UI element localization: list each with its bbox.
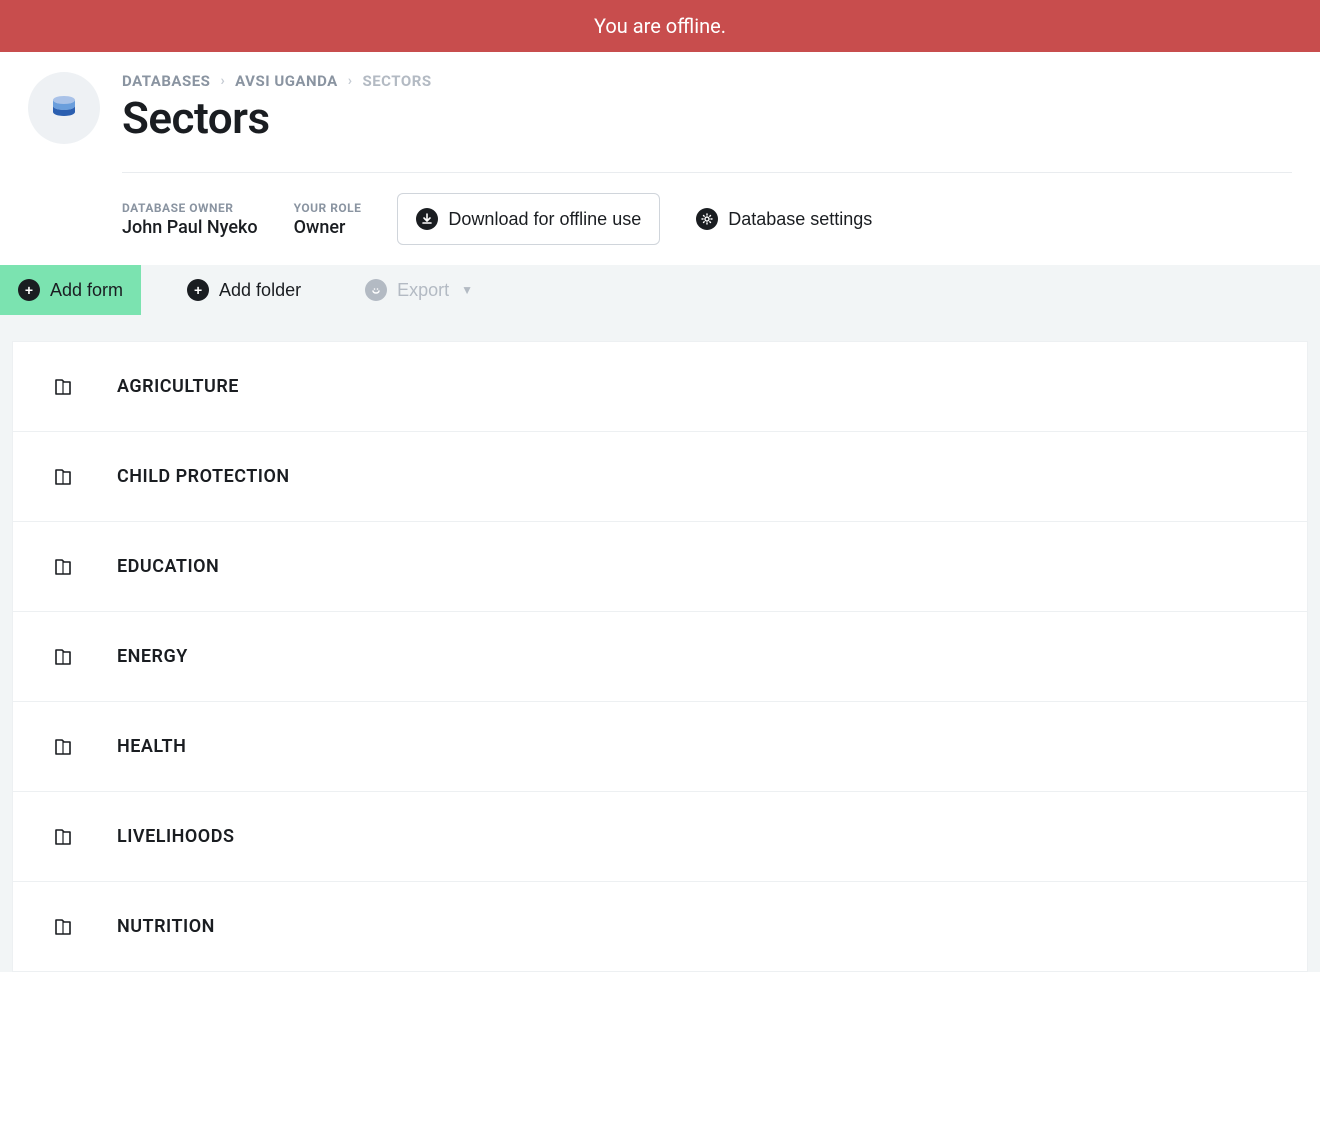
folder-icon [53, 917, 73, 937]
chevron-right-icon: › [348, 73, 353, 89]
folder-icon [53, 557, 73, 577]
settings-label: Database settings [728, 209, 872, 230]
export-button[interactable]: Export ▼ [347, 265, 491, 315]
folder-label: ENERGY [117, 646, 188, 667]
list-item[interactable]: LIVELIHOODS [13, 792, 1307, 882]
list-item[interactable]: AGRICULTURE [13, 342, 1307, 432]
folder-icon [53, 737, 73, 757]
folder-list-area: AGRICULTURE CHILD PROTECTION EDUCATION ENER… [0, 315, 1320, 972]
role-label: YOUR ROLE [294, 201, 362, 215]
download-label: Download for offline use [448, 209, 641, 230]
meta-row: DATABASE OWNER John Paul Nyeko YOUR ROLE… [122, 172, 1292, 265]
owner-label: DATABASE OWNER [122, 201, 258, 215]
list-item[interactable]: NUTRITION [13, 882, 1307, 971]
offline-banner: You are offline. [0, 0, 1320, 52]
folder-label: HEALTH [117, 736, 186, 757]
your-role-block: YOUR ROLE Owner [294, 201, 362, 238]
list-item[interactable]: EDUCATION [13, 522, 1307, 612]
breadcrumb-avsi-uganda[interactable]: AVSI UGANDA [235, 72, 338, 90]
breadcrumb-current: SECTORS [363, 72, 432, 90]
breadcrumb-databases[interactable]: DATABASES [122, 72, 210, 90]
add-folder-label: Add folder [219, 280, 301, 301]
export-label: Export [397, 280, 449, 301]
list-item[interactable]: CHILD PROTECTION [13, 432, 1307, 522]
header-row: DATABASES › AVSI UGANDA › SECTORS Sector… [28, 72, 1292, 144]
database-icon [28, 72, 100, 144]
download-icon [416, 208, 438, 230]
list-item[interactable]: ENERGY [13, 612, 1307, 702]
role-value: Owner [294, 217, 362, 238]
chevron-right-icon: › [220, 73, 225, 89]
folder-label: AGRICULTURE [117, 376, 239, 397]
database-settings-button[interactable]: Database settings [696, 208, 872, 230]
breadcrumb: DATABASES › AVSI UGANDA › SECTORS [122, 72, 1292, 90]
folder-icon [53, 377, 73, 397]
add-form-button[interactable]: + Add form [0, 265, 141, 315]
offline-text: You are offline. [594, 14, 726, 38]
owner-value: John Paul Nyeko [122, 217, 258, 238]
download-offline-button[interactable]: Download for offline use [397, 193, 660, 245]
add-form-label: Add form [50, 280, 123, 301]
header-text: DATABASES › AVSI UGANDA › SECTORS Sector… [122, 72, 1292, 144]
database-owner-block: DATABASE OWNER John Paul Nyeko [122, 201, 258, 238]
folder-label: EDUCATION [117, 556, 219, 577]
folder-label: CHILD PROTECTION [117, 466, 290, 487]
folder-label: NUTRITION [117, 916, 215, 937]
plus-icon: + [187, 279, 209, 301]
export-icon [365, 279, 387, 301]
page-title: Sectors [122, 92, 1292, 144]
list-item[interactable]: HEALTH [13, 702, 1307, 792]
folder-icon [53, 647, 73, 667]
plus-icon: + [18, 279, 40, 301]
folder-list: AGRICULTURE CHILD PROTECTION EDUCATION ENER… [12, 341, 1308, 972]
toolbar: + Add form + Add folder Export ▼ [0, 265, 1320, 315]
chevron-down-icon: ▼ [461, 283, 473, 297]
page-header-area: DATABASES › AVSI UGANDA › SECTORS Sector… [0, 52, 1320, 265]
folder-icon [53, 827, 73, 847]
folder-label: LIVELIHOODS [117, 826, 234, 847]
folder-icon [53, 467, 73, 487]
gear-icon [696, 208, 718, 230]
add-folder-button[interactable]: + Add folder [169, 265, 319, 315]
